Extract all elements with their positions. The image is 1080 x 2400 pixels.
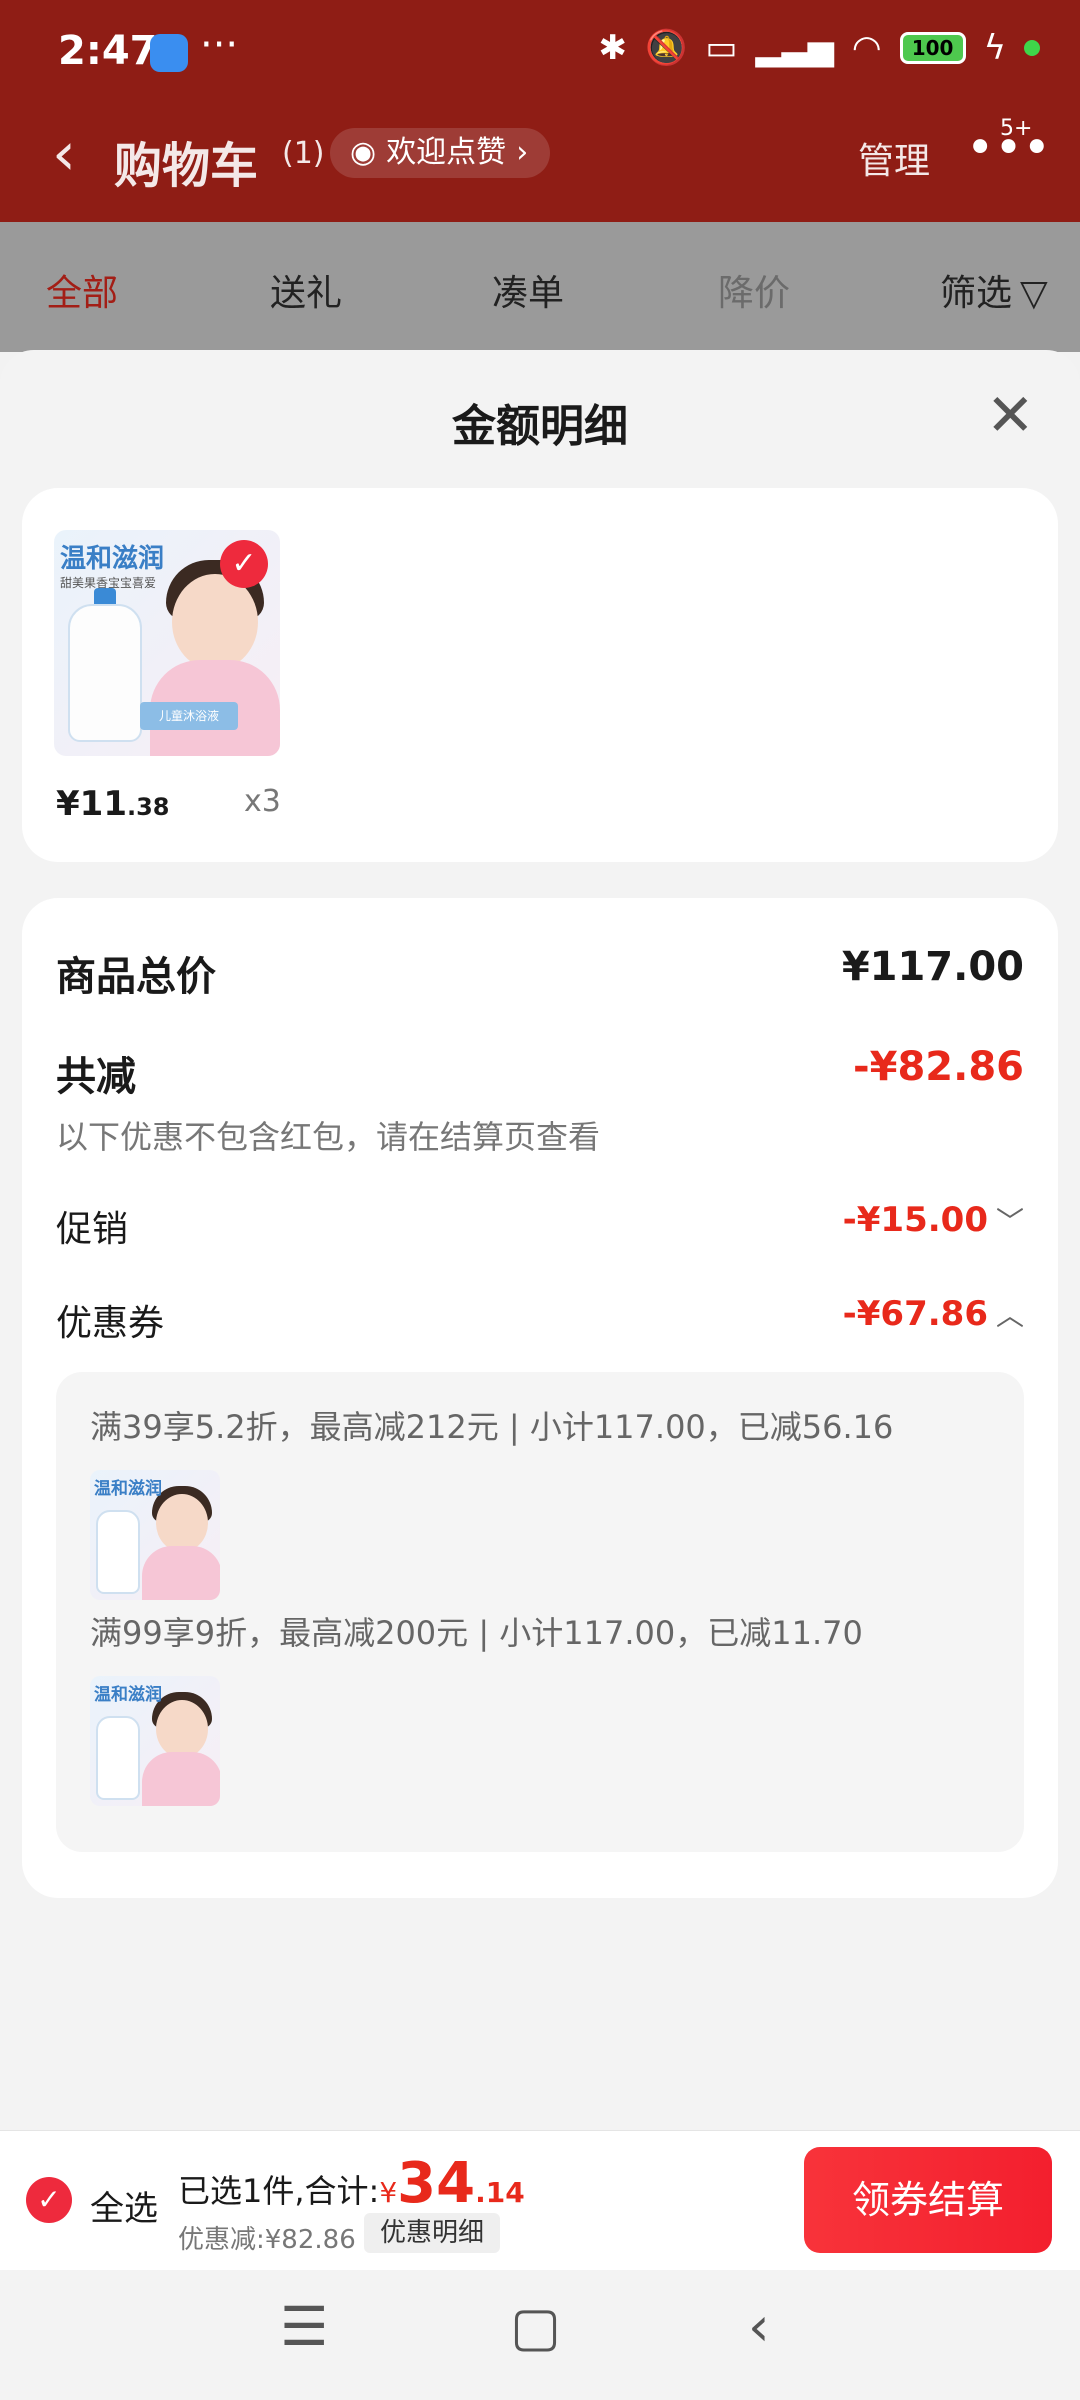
amount-detail-sheet: 金额明细 ✕ 温和滋润 甜美果香宝宝喜爱 儿童沐浴液 ✓ ¥11.38 x3 商… bbox=[0, 350, 1080, 2130]
privacy-dot-icon bbox=[1024, 40, 1040, 56]
total-value: ¥117.00 bbox=[841, 944, 1024, 990]
chevron-up-icon: ︿ bbox=[995, 1299, 1024, 1332]
product-quantity: x3 bbox=[244, 784, 281, 819]
coupon-label: 优惠券 bbox=[56, 1303, 165, 1344]
cart-count: (1) bbox=[282, 136, 325, 171]
thumb-title: 温和滋润 bbox=[94, 1685, 162, 1705]
promo-label: 促销 bbox=[56, 1209, 129, 1250]
status-icons: ✱ 🔕 ▭ ▂▃▅ ◠ 100 ϟ bbox=[598, 28, 1040, 68]
discount-amount: 优惠减:¥82.86 bbox=[178, 2225, 356, 2255]
product-price: ¥11.38 bbox=[56, 784, 170, 824]
tab-gift[interactable]: 送礼 bbox=[270, 264, 342, 316]
bluetooth-icon: ✱ bbox=[598, 28, 627, 68]
back-icon[interactable]: ‹ bbox=[52, 124, 76, 184]
image-subtitle: 甜美果香宝宝喜爱 bbox=[60, 576, 157, 590]
filter-tabs: 全部 送礼 凑单 降价 筛选 ▽ bbox=[0, 222, 1080, 352]
total-label: 商品总价 bbox=[56, 954, 216, 1000]
filter-label: 筛选 bbox=[940, 273, 1013, 314]
mute-icon: 🔕 bbox=[644, 28, 688, 68]
menu-icon[interactable]: ☰ bbox=[280, 2300, 328, 2354]
menu-badge: 5+ bbox=[1000, 116, 1033, 141]
coupon-rule-2: 满99享9折，最高减200元 | 小计117.00，已减11.70 bbox=[90, 1614, 863, 1652]
tab-price-drop[interactable]: 降价 bbox=[718, 264, 790, 316]
filter-icon: ▽ bbox=[1020, 273, 1048, 314]
sheet-title: 金额明细 bbox=[452, 401, 628, 452]
image-label: 儿童沐浴液 bbox=[140, 702, 238, 730]
product-card: 温和滋润 甜美果香宝宝喜爱 儿童沐浴液 ✓ ¥11.38 x3 bbox=[22, 488, 1058, 862]
checkout-bar: ✓ 全选 已选1件,合计:¥34.14 优惠减:¥82.86 优惠明细 领券结算 bbox=[0, 2130, 1080, 2270]
battery-icon: 100 bbox=[899, 32, 966, 64]
discount-detail-button[interactable]: 优惠明细 bbox=[364, 2213, 501, 2253]
status-time: 2:47 bbox=[58, 28, 158, 74]
promo-value: -¥15.00 bbox=[842, 1200, 988, 1240]
tab-bundle[interactable]: 凑单 bbox=[492, 264, 564, 316]
select-all-label[interactable]: 全选 bbox=[90, 2181, 158, 2230]
selected-text: 已选1件,合计: bbox=[178, 2172, 380, 2210]
like-chip-label: 欢迎点赞 bbox=[386, 135, 507, 170]
signal-icon: ▂▃▅ bbox=[755, 28, 834, 68]
checkout-button[interactable]: 领券结算 bbox=[804, 2147, 1052, 2253]
currency-symbol: ¥ bbox=[379, 2176, 398, 2209]
price-summary-card: 商品总价 ¥117.00 共减 -¥82.86 以下优惠不包含红包，请在结算页查… bbox=[22, 898, 1058, 1898]
cart-header: ‹ 购物车 (1) ◉ 欢迎点赞 › 管理 ••• 5+ bbox=[0, 110, 1080, 222]
coupon-rule-1: 满39享5.2折，最高减212元 | 小计117.00，已减56.16 bbox=[90, 1408, 894, 1446]
total-integer: 34 bbox=[397, 2151, 476, 2216]
image-title: 温和滋润 bbox=[60, 544, 165, 574]
chevron-right-icon: › bbox=[516, 135, 529, 170]
system-nav-bar: ☰ ▢ ‹ bbox=[0, 2270, 1080, 2400]
back-nav-icon[interactable]: ‹ bbox=[748, 2300, 770, 2354]
top-bar: 2:47 ··· ✱ 🔕 ▭ ▂▃▅ ◠ 100 ϟ ‹ 购物车 (1) ◉ 欢… bbox=[0, 0, 1080, 222]
reduce-value: -¥82.86 bbox=[853, 1044, 1024, 1090]
coupon-product-thumb-2[interactable]: 温和滋润 bbox=[90, 1676, 220, 1806]
status-bar: 2:47 ··· ✱ 🔕 ▭ ▂▃▅ ◠ 100 ϟ bbox=[0, 0, 1080, 110]
check-icon: ✓ bbox=[220, 540, 268, 588]
eye-icon: ◉ bbox=[350, 135, 377, 170]
coupon-detail-box: 满39享5.2折，最高减212元 | 小计117.00，已减56.16 温和滋润… bbox=[56, 1372, 1024, 1852]
tab-all[interactable]: 全部 bbox=[46, 264, 118, 316]
like-chip[interactable]: ◉ 欢迎点赞 › bbox=[330, 128, 551, 178]
total-decimal: .14 bbox=[475, 2176, 525, 2209]
reduce-label: 共减 bbox=[56, 1054, 136, 1100]
chevron-down-icon: ﹀ bbox=[995, 1205, 1024, 1238]
close-icon[interactable]: ✕ bbox=[986, 386, 1035, 444]
coupon-value: -¥67.86 bbox=[842, 1294, 988, 1334]
laptop-icon: ▭ bbox=[705, 28, 738, 68]
total-summary: 已选1件,合计:¥34.14 bbox=[178, 2151, 525, 2216]
notification-app-icon bbox=[150, 34, 188, 72]
coupon-product-thumb-1[interactable]: 温和滋润 bbox=[90, 1470, 220, 1600]
wifi-icon: ◠ bbox=[851, 28, 882, 68]
page-title: 购物车 bbox=[114, 138, 259, 194]
tab-filter[interactable]: 筛选 ▽ bbox=[940, 264, 1048, 316]
discount-note: 以下优惠不包含红包，请在结算页查看 bbox=[56, 1118, 601, 1156]
manage-button[interactable]: 管理 bbox=[858, 132, 930, 184]
charging-icon: ϟ bbox=[983, 28, 1006, 68]
more-notifications-icon: ··· bbox=[200, 22, 239, 68]
thumb-title: 温和滋润 bbox=[94, 1479, 162, 1499]
select-all-checkbox[interactable]: ✓ bbox=[26, 2177, 72, 2223]
home-icon[interactable]: ▢ bbox=[510, 2300, 561, 2354]
